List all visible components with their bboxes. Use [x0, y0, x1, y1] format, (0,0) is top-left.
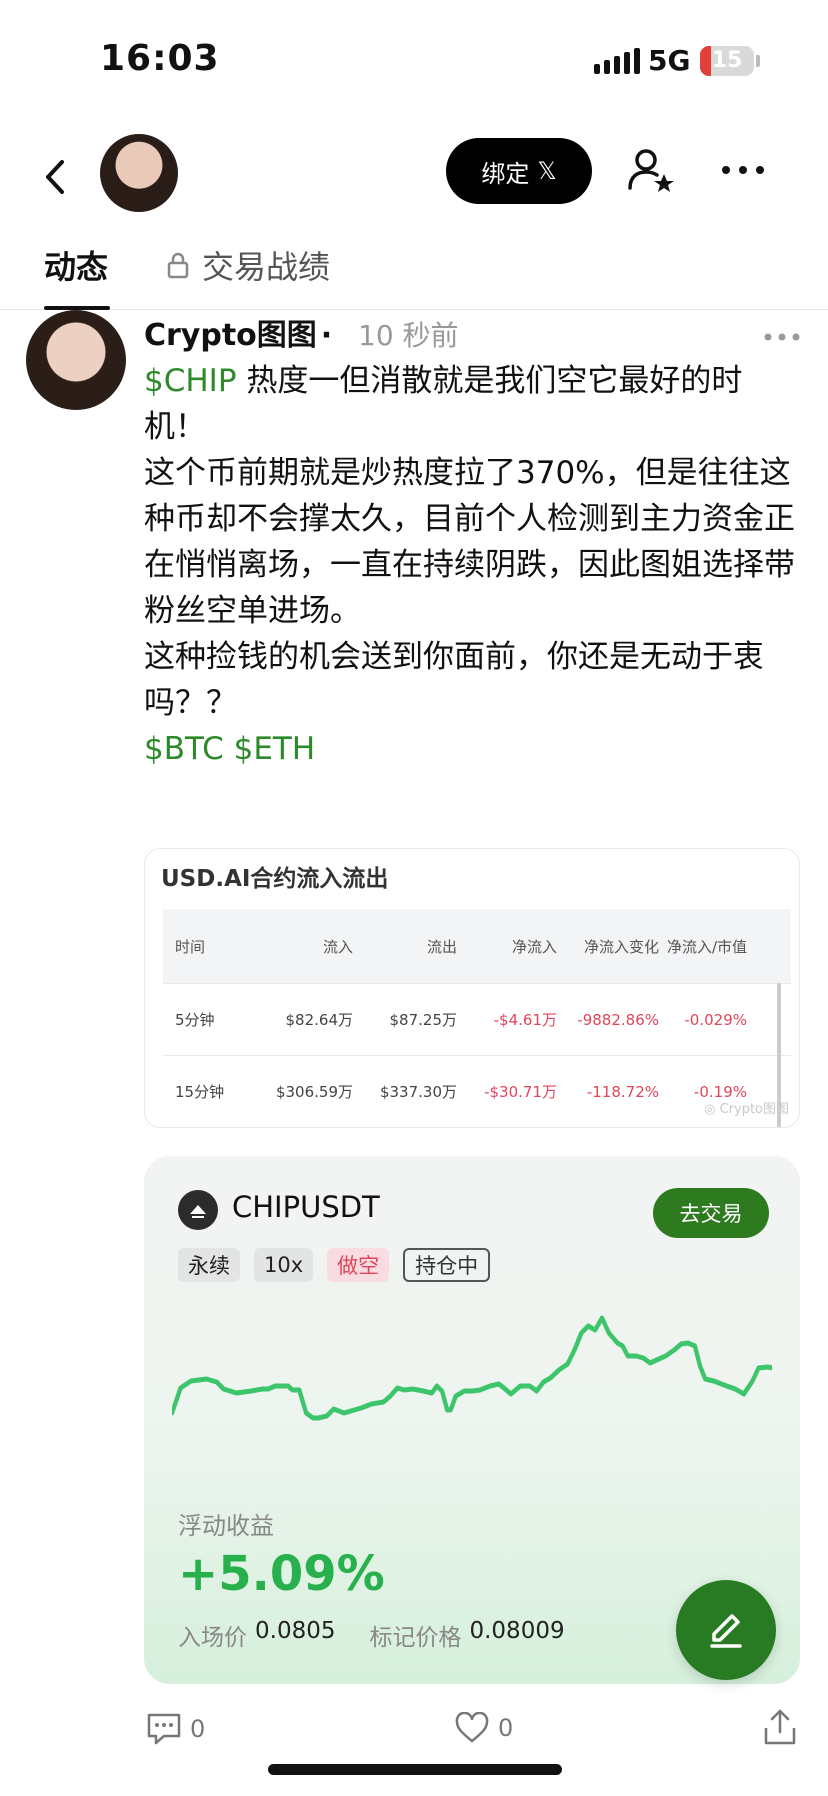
tag-short: 做空	[327, 1248, 390, 1282]
watermark: ◎ Crypto图图	[704, 1102, 789, 1117]
col-header: 流出	[426, 937, 457, 956]
battery-icon: 15	[700, 46, 754, 76]
like-button[interactable]: 0	[454, 1712, 513, 1744]
more-icon[interactable]	[718, 160, 768, 180]
lock-icon	[167, 252, 189, 279]
tab-trade-record[interactable]: 交易战绩	[166, 242, 330, 288]
share-button[interactable]	[762, 1708, 798, 1746]
position-tags: 永续 10x 做空 持仓中	[178, 1248, 491, 1282]
bind-label: 绑定	[481, 159, 530, 188]
tag-holding: 持仓中	[403, 1248, 491, 1282]
ticker-links[interactable]: $BTC $ETH	[144, 726, 804, 772]
table-cell: 15分钟	[175, 1083, 225, 1101]
post-actions: 0 0	[0, 1706, 828, 1756]
network-type: 5G	[648, 44, 691, 77]
sparkline-path	[172, 1315, 772, 1421]
table-cell: 5分钟	[175, 1011, 215, 1029]
comment-button[interactable]: 0	[146, 1712, 205, 1746]
mark-price: 0.08009	[469, 1618, 565, 1644]
mark-price-label: 标记价格	[369, 1625, 462, 1651]
ticker-link-chip[interactable]: $CHIP	[144, 363, 237, 399]
post-more-icon[interactable]	[762, 328, 802, 341]
follow-user-icon[interactable]	[626, 146, 676, 196]
col-header: 净流入变化	[583, 937, 659, 956]
status-bar: 16:03 5G 15	[0, 0, 828, 120]
table-cell: -118.72%	[586, 1082, 659, 1101]
battery-level: 15	[711, 48, 743, 73]
back-icon[interactable]	[36, 152, 76, 202]
table-header-row: 时间 流入 流出 净流入 净流入变化 净流入/市值	[163, 909, 791, 983]
tab-trade-record-label: 交易战绩	[202, 248, 331, 286]
pnl-value: +5.09%	[178, 1546, 385, 1602]
flow-table-card[interactable]: USD.AI合约流入流出 时间 流入 流出 净流入 净流入变化 净流入/市值 5…	[144, 848, 800, 1128]
comment-count: 0	[190, 1715, 206, 1743]
clock: 16:03	[100, 38, 220, 79]
tag-leverage: 10x	[254, 1248, 314, 1282]
table-row: 5分钟 $82.64万 $87.25万 -$4.61万 -9882.86% -0…	[163, 983, 791, 1055]
like-count: 0	[498, 1714, 514, 1742]
pnl-label: 浮动收益	[178, 1512, 274, 1540]
price-info: 入场价 0.0805 标记价格 0.08009	[178, 1618, 591, 1652]
profile-tabs: 动态 交易战绩	[0, 236, 828, 310]
comment-icon	[147, 1713, 181, 1745]
signal-icon	[594, 48, 640, 74]
top-nav: 绑定 𝕏	[0, 130, 828, 230]
flow-table-title: USD.AI合约流入流出	[161, 866, 389, 892]
trade-symbol: CHIPUSDT	[232, 1190, 380, 1224]
entry-price-label: 入场价	[178, 1625, 247, 1651]
col-header: 时间	[175, 937, 206, 956]
coin-logo-icon	[178, 1190, 218, 1230]
share-icon	[764, 1709, 796, 1745]
table-cell: $87.25万	[389, 1011, 458, 1029]
compose-button[interactable]	[676, 1580, 776, 1680]
entry-price: 0.0805	[255, 1618, 336, 1644]
table-cell: -0.029%	[684, 1010, 747, 1029]
x-logo-icon: 𝕏	[537, 157, 557, 185]
col-header: 净流入/市值	[666, 937, 747, 956]
bind-x-button[interactable]: 绑定 𝕏	[446, 138, 592, 204]
heart-icon	[455, 1712, 489, 1743]
tab-feed[interactable]: 动态	[44, 242, 108, 288]
post-body: $CHIP 热度一但消散就是我们空它最好的时机！ 这个币前期就是炒热度拉了370…	[144, 358, 804, 772]
price-sparkline	[172, 1315, 772, 1421]
go-trade-button[interactable]: 去交易	[653, 1188, 769, 1238]
author-name[interactable]: Crypto图图 ·	[144, 310, 332, 354]
table-cell: $306.59万	[275, 1083, 353, 1101]
table-cell: $337.30万	[379, 1083, 457, 1101]
table-row: 15分钟 $306.59万 $337.30万 -$30.71万 -118.72%…	[163, 1055, 791, 1127]
post-line-3: 这种捡钱的机会送到你面前，你还是无动于衷吗？？	[144, 639, 764, 721]
table-cell: -$4.61万	[493, 1011, 557, 1029]
profile-avatar[interactable]	[100, 134, 178, 212]
table-cell: -$30.71万	[484, 1083, 557, 1101]
tag-perpetual: 永续	[178, 1248, 240, 1282]
flow-table: 时间 流入 流出 净流入 净流入变化 净流入/市值 5分钟 $82.64万 $8…	[163, 909, 791, 1127]
home-indicator[interactable]	[268, 1764, 562, 1775]
edit-pencil-icon	[710, 1614, 742, 1648]
table-cell: $82.64万	[285, 1011, 354, 1029]
post-line-2: 这个币前期就是炒热度拉了370%，但是往往这种币却不会撑太久，目前个人检测到主力…	[144, 455, 795, 629]
col-header: 流入	[322, 937, 353, 956]
col-header: 净流入	[511, 937, 557, 956]
author-avatar[interactable]	[26, 310, 126, 410]
post-time: 10 秒前	[358, 319, 459, 352]
table-cell: -9882.86%	[577, 1010, 659, 1029]
